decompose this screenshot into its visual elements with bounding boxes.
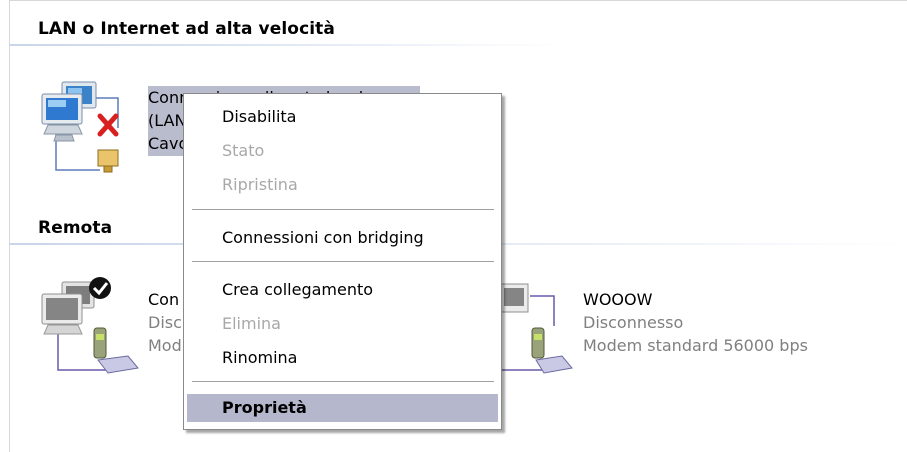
group-divider-lan	[10, 44, 570, 46]
group-header-lan: LAN o Internet ad alta velocità	[38, 19, 335, 39]
wooow-connection-name: WOOOW	[583, 290, 653, 309]
menu-separator	[192, 381, 494, 383]
network-connections-pane: LAN o Internet ad alta velocità Connessi…	[0, 0, 907, 452]
wooow-connection-label[interactable]: WOOOW Disconnesso Modem standard 56000 b…	[583, 288, 808, 357]
menu-item-bridge-connections[interactable]: Connessioni con bridging	[187, 224, 498, 252]
lan-connection-icon[interactable]	[38, 78, 122, 178]
dialup-connection-device: Mod	[148, 336, 182, 355]
menu-separator	[192, 261, 494, 263]
group-header-remote: Remota	[38, 218, 113, 238]
menu-item-disable[interactable]: Disabilita	[187, 103, 498, 131]
menu-item-delete[interactable]: Elimina	[187, 310, 498, 338]
menu-item-properties[interactable]: Proprietà	[187, 394, 498, 422]
dialup-connection-icon[interactable]	[38, 276, 144, 376]
menu-item-repair[interactable]: Ripristina	[187, 171, 498, 199]
wooow-connection-icon[interactable]	[500, 276, 580, 376]
wooow-connection-device: Modem standard 56000 bps	[583, 336, 808, 355]
menu-separator	[192, 209, 494, 211]
menu-item-status[interactable]: Stato	[187, 137, 498, 165]
menu-item-create-shortcut[interactable]: Crea collegamento	[187, 276, 498, 304]
wooow-connection-status: Disconnesso	[583, 313, 684, 332]
dialup-connection-label[interactable]: Con Disc Mod	[148, 288, 182, 357]
context-menu: Disabilita Stato Ripristina Connessioni …	[183, 93, 502, 430]
dialup-connection-name: Con	[148, 290, 180, 309]
dialup-connection-status: Disc	[148, 313, 182, 332]
menu-item-rename[interactable]: Rinomina	[187, 344, 498, 372]
pane-left-border	[9, 0, 10, 452]
pane-top-border	[9, 0, 907, 1]
